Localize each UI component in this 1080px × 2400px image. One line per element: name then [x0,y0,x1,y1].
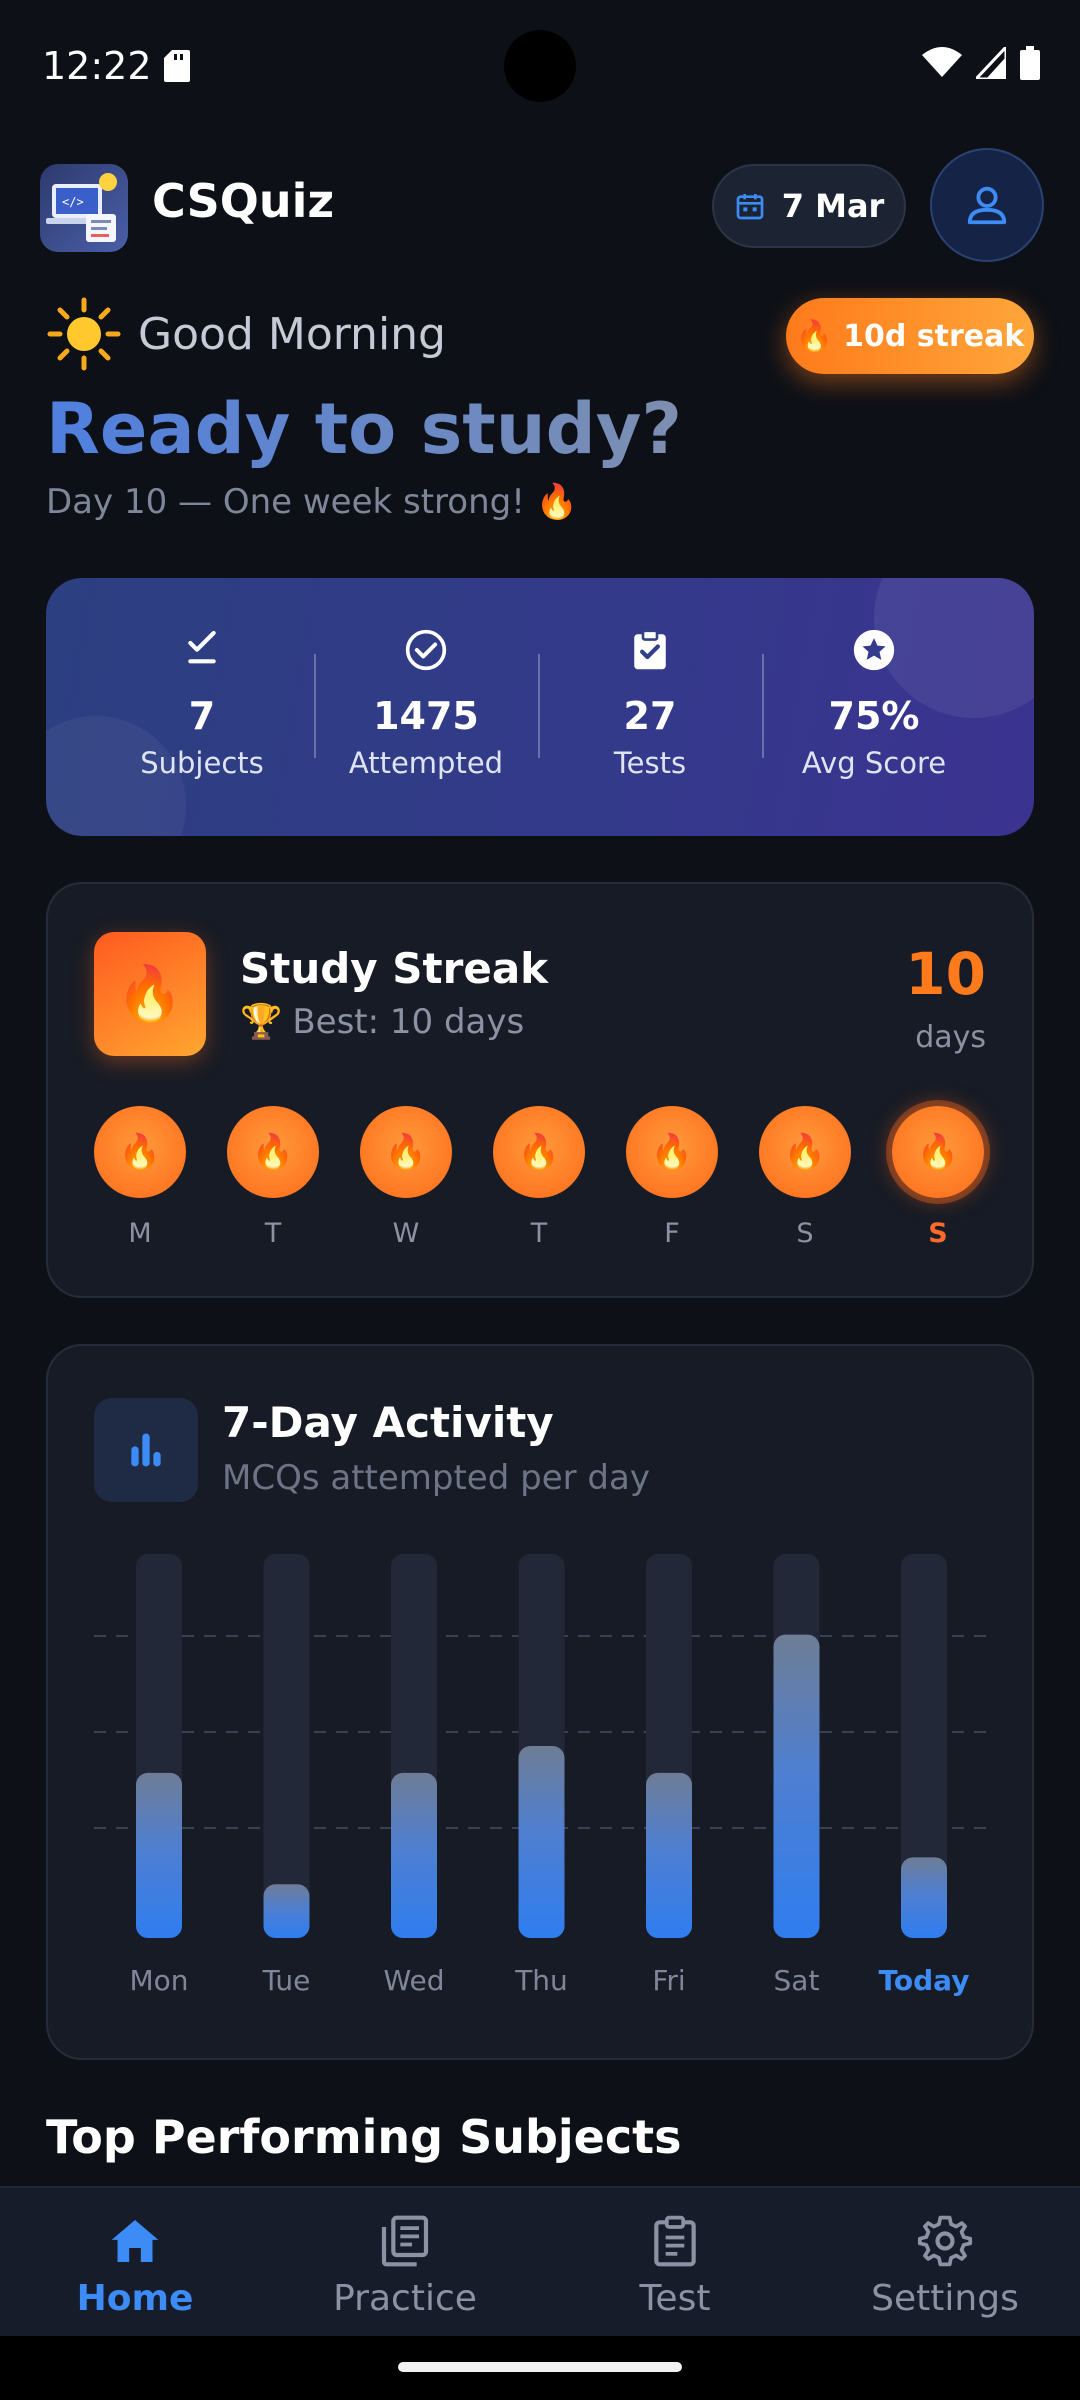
gesture-bar[interactable] [398,2362,682,2372]
stat-label: Subjects [140,746,264,780]
streak-badge[interactable]: 🔥 10d streak [786,298,1034,374]
app-title: CSQuiz [152,174,335,228]
streak-unit: days [915,1020,986,1055]
greeting-text: Good Morning [138,308,446,360]
bar-fri[interactable] [646,1772,692,1938]
stat-avg-score[interactable]: 75% Avg Score [762,628,986,780]
stat-label: Tests [613,746,687,780]
bottom-nav: Home Practice Test Settings [0,2186,1080,2336]
status-bar: 12:22 [0,0,1080,130]
streak-day-flame-icon: 🔥 [493,1106,585,1198]
hero-subtitle: Day 10 — One week strong! 🔥 [46,482,578,522]
x-tick-label: Today [879,1964,970,1997]
stat-value: 27 [623,694,677,738]
x-tick-label: Tue [262,1964,311,1997]
streak-day-flame-icon: 🔥 [892,1106,984,1198]
sun-icon [47,297,121,371]
hero-title: Ready to study? [46,388,682,470]
bar-today[interactable] [901,1857,947,1938]
nav-test[interactable]: Test [540,2210,810,2319]
nav-label: Home [76,2278,194,2319]
laptop-quiz-logo-icon: </> [46,173,117,242]
streak-badge-label: 10d streak [843,318,1025,354]
stat-tests[interactable]: 27 Tests [538,628,762,780]
battery-icon [1020,46,1040,80]
star-badge-icon [853,629,895,671]
nav-practice[interactable]: Practice [270,2210,540,2319]
app-header: </> CSQuiz 7 Mar [0,130,1080,280]
stat-label: Avg Score [801,746,947,780]
streak-day-label: T [264,1218,282,1249]
clipboard-check-icon [634,629,666,670]
streak-day-label: M [128,1218,152,1249]
streak-day-flame-icon: 🔥 [360,1106,452,1198]
svg-text:</>: </> [62,195,84,209]
checklist-icon [188,630,216,664]
date-pill[interactable]: 7 Mar [712,164,906,248]
bar-sat[interactable] [773,1634,820,1938]
x-tick-label: Sat [774,1964,820,1997]
streak-day-label: S [928,1218,948,1249]
streak-day-label: T [530,1218,548,1249]
stats-card: 7 Subjects 1475 Attempted 27 Tests 75% A… [46,578,1034,836]
streak-day-flame-icon: 🔥 [94,1106,186,1198]
home-icon [111,2220,159,2262]
calendar-icon [736,194,764,220]
profile-button[interactable] [930,148,1044,262]
test-clipboard-icon [654,2215,696,2267]
status-icons [922,46,1040,80]
sd-card-icon [164,50,190,82]
section-title-top-subjects: Top Performing Subjects [46,2110,682,2164]
bar-tue[interactable] [263,1884,310,1938]
app-logo[interactable]: </> [40,164,128,252]
streak-day-label: S [796,1218,814,1249]
streak-day-flame-icon: 🔥 [759,1106,851,1198]
activity-card: 7-Day Activity MCQs attempted per day Mo… [46,1344,1034,2060]
bar-thu[interactable] [518,1746,565,1938]
x-tick-label: Fri [652,1964,685,1997]
streak-best-label: Best: 10 days [292,1002,525,1042]
stat-value: 1475 [373,694,479,738]
stat-value: 7 [188,694,216,738]
user-icon [967,186,1007,225]
flame-icon: 🔥 [94,932,206,1056]
nav-settings[interactable]: Settings [810,2210,1080,2319]
study-streak-card[interactable]: 🔥 Study Streak 🏆 Best: 10 days 10 days 🔥… [46,882,1034,1298]
x-tick-label: Mon [129,1964,188,1997]
date-label: 7 Mar [781,187,885,225]
activity-bar-chart: Mon Tue Wed Thu Fri Sat Today [94,1554,990,1997]
fire-icon: 🔥 [795,318,834,354]
x-tick-label: Wed [383,1964,444,1997]
nav-label: Practice [333,2278,477,2319]
nav-home[interactable]: Home [0,2210,270,2319]
streak-day-flame-icon: 🔥 [626,1106,718,1198]
x-tick-label: Thu [514,1964,568,1997]
stat-attempted[interactable]: 1475 Attempted [314,628,538,780]
streak-day-label: W [392,1218,420,1249]
stat-value: 75% [828,694,920,738]
check-circle-icon [405,629,447,671]
bar-mon[interactable] [136,1772,182,1938]
practice-icon [381,2215,429,2267]
status-time: 12:22 [42,44,152,88]
bar-wed[interactable] [391,1772,437,1938]
wifi-icon [922,47,962,77]
nav-label: Settings [871,2278,1019,2319]
streak-count: 10 [905,940,986,1008]
streak-day-label: F [664,1218,680,1249]
greeting-row: Good Morning [46,296,446,372]
bar-track [263,1554,310,1938]
camera-cutout [504,30,576,102]
signal-icon [976,47,1006,79]
trophy-icon: 🏆 [240,1002,283,1042]
streak-best: 🏆 Best: 10 days [240,1002,524,1042]
nav-label: Test [639,2278,711,2319]
streak-title: Study Streak [240,944,549,993]
settings-icon [917,2215,973,2267]
stat-label: Attempted [348,746,504,780]
streak-day-flame-icon: 🔥 [227,1106,319,1198]
stat-subjects[interactable]: 7 Subjects [90,628,314,780]
